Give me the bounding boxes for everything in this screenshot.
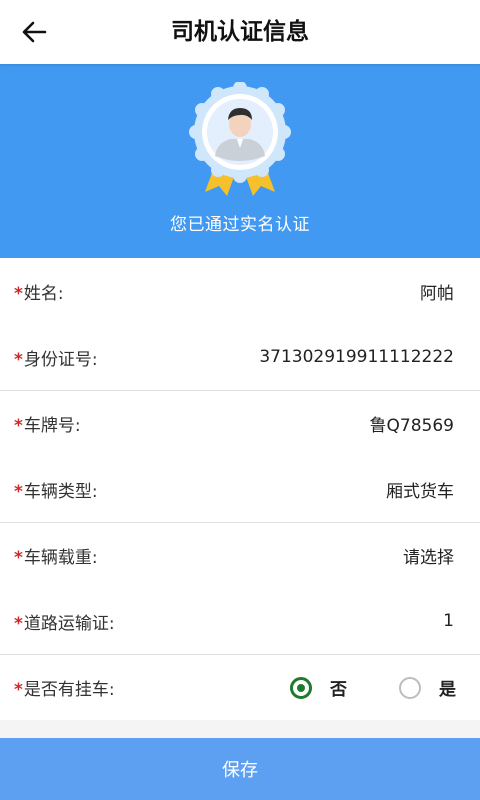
id-number-row: *身份证号: 371302919911112222	[0, 324, 480, 390]
id-number-label: *身份证号:	[14, 349, 98, 370]
trailer-option-no[interactable]: 否	[290, 675, 347, 700]
back-button[interactable]	[14, 14, 54, 50]
road-permit-row: *道路运输证: 1	[0, 588, 480, 654]
trailer-label: *是否有挂车:	[14, 680, 115, 700]
arrow-left-icon	[22, 21, 47, 43]
vehicle-load-select[interactable]: 请选择	[403, 543, 454, 568]
page-title: 司机认证信息	[171, 19, 309, 45]
trailer-option-yes-label: 是	[439, 680, 456, 700]
driver-info-form: *姓名: 阿帕 *身份证号: 371302919911112222 *车牌号: …	[0, 258, 480, 720]
name-label: *姓名:	[14, 283, 64, 304]
road-permit-label: *道路运输证:	[14, 613, 115, 634]
required-mark: *	[14, 283, 23, 304]
trailer-option-no-label: 否	[330, 680, 347, 700]
vehicle-type-row: *车辆类型: 厢式货车	[0, 456, 480, 522]
name-value[interactable]: 阿帕	[420, 279, 454, 304]
vehicle-load-label: *车辆载重:	[14, 548, 98, 568]
verification-banner: 您已通过实名认证	[0, 64, 480, 258]
vehicle-type-label: *车辆类型:	[14, 481, 98, 502]
plate-row: *车牌号: 鲁Q78569	[0, 390, 480, 456]
vehicle-type-value[interactable]: 厢式货车	[386, 477, 454, 502]
verified-avatar-badge-icon	[189, 82, 291, 196]
required-mark: *	[14, 349, 23, 370]
required-mark: *	[14, 613, 23, 634]
trailer-radio-group: 否 是	[290, 675, 456, 700]
app-bar: 司机认证信息	[0, 0, 480, 64]
save-button[interactable]: 保存	[0, 738, 480, 800]
required-mark: *	[14, 481, 23, 502]
required-mark: *	[14, 680, 23, 700]
plate-value[interactable]: 鲁Q78569	[370, 411, 454, 436]
required-mark: *	[14, 416, 23, 436]
required-mark: *	[14, 548, 23, 568]
trailer-row: *是否有挂车: 否 是	[0, 654, 480, 720]
trailer-option-yes[interactable]: 是	[399, 675, 456, 700]
plate-label: *车牌号:	[14, 416, 81, 436]
road-permit-value[interactable]: 1	[443, 611, 454, 631]
vehicle-load-row: *车辆载重: 请选择	[0, 522, 480, 588]
id-number-value[interactable]: 371302919911112222	[259, 347, 454, 367]
radio-checked-icon[interactable]	[290, 676, 312, 699]
verification-status-text: 您已通过实名认证	[170, 215, 310, 235]
radio-unchecked-icon[interactable]	[399, 676, 421, 699]
name-row: *姓名: 阿帕	[0, 258, 480, 324]
